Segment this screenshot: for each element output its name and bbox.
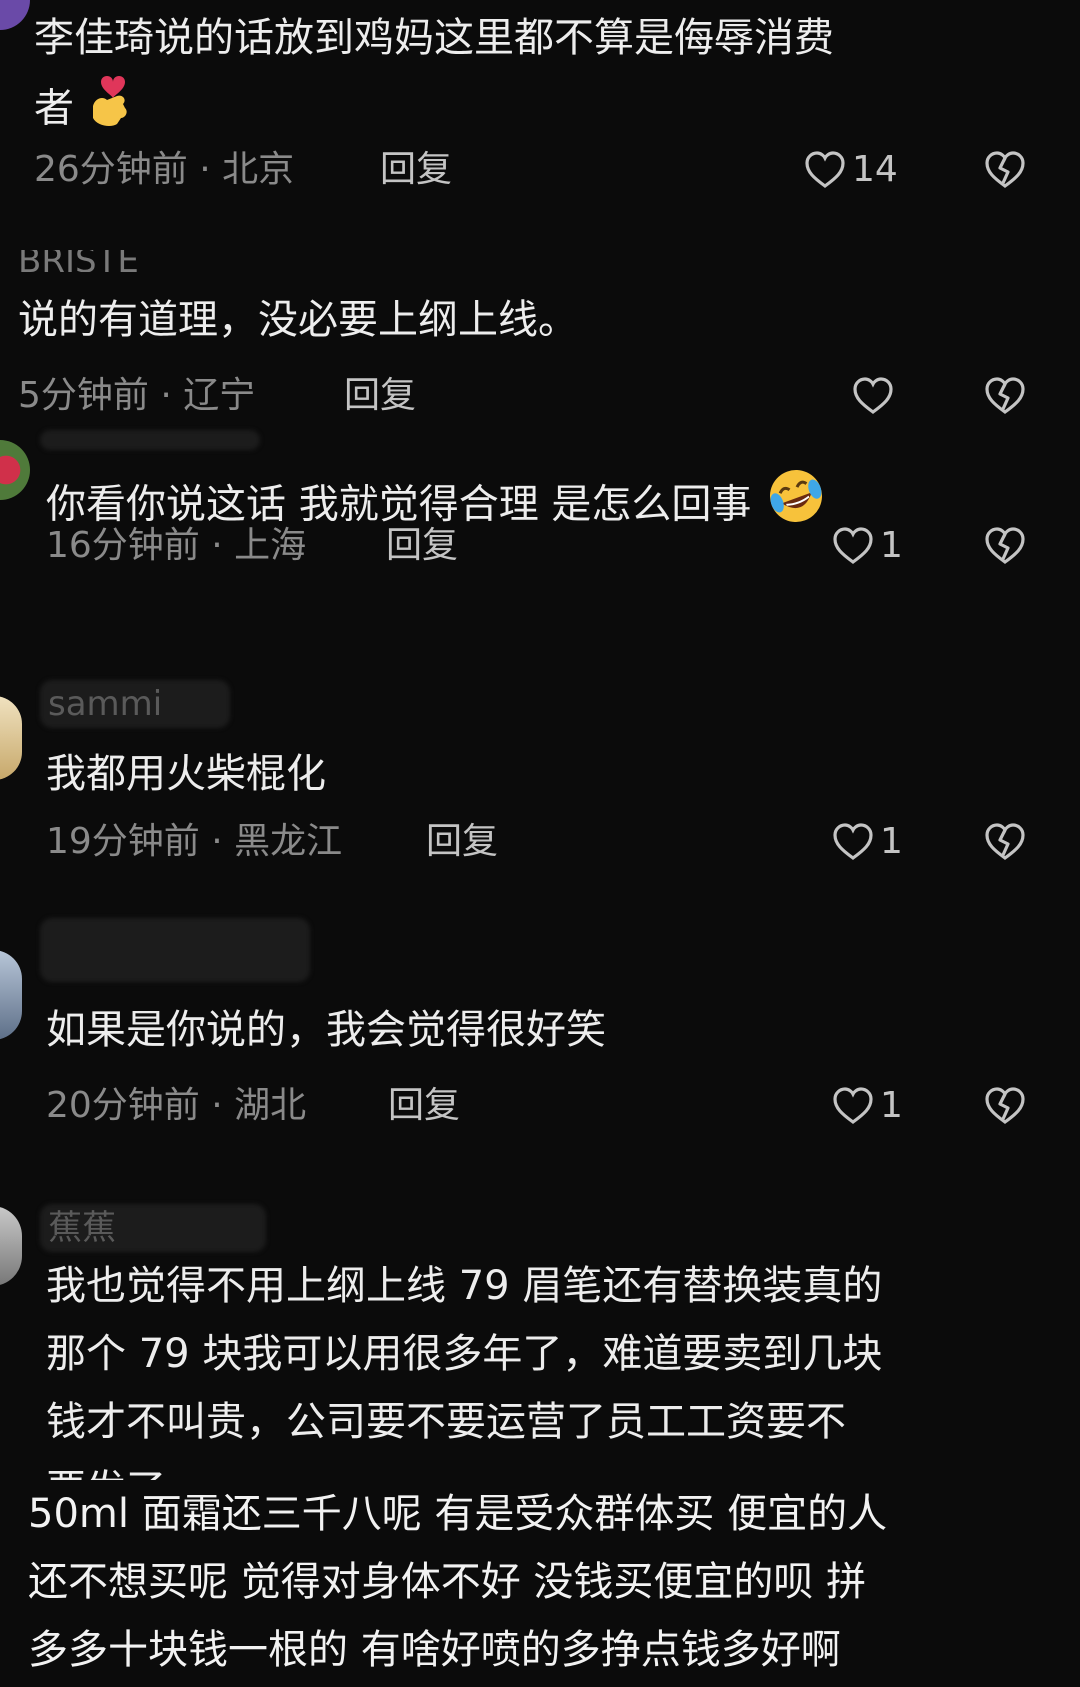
like-button[interactable]: 1 — [832, 526, 903, 566]
comment-text-line: 多多十块钱一根的 有啥好喷的多挣点钱多好啊 — [28, 1627, 841, 1673]
like-count: 1 — [880, 1085, 903, 1126]
comment-item: 如果是你说的，我会觉得很好笑 20分钟前 · 湖北 回复 1 — [0, 910, 1080, 1180]
username[interactable]: 蕉蕉 — [48, 1208, 116, 1248]
comment-text-line: 还不想买呢 觉得对身体不好 没钱买便宜的呗 拼 — [28, 1559, 867, 1605]
separator-dot: · — [211, 525, 223, 566]
comment-text-line: 我都用火柴棍化 — [46, 751, 326, 797]
heart-icon — [853, 377, 893, 414]
comment-meta: 5分钟前 · 辽宁 — [18, 376, 255, 416]
dislike-button[interactable] — [984, 822, 1026, 866]
comment-item: 李佳琦说的话放到鸡妈这里都不算是侮辱消费 者 26分钟前 · 北京 回复 14 — [0, 0, 1080, 210]
avatar[interactable] — [0, 696, 22, 780]
rofl-emoji — [764, 466, 828, 547]
heart-icon — [805, 151, 845, 188]
comment-location: 黑龙江 — [234, 821, 343, 862]
comment-text-line: 李佳琦说的话放到鸡妈这里都不算是侮辱消费 — [34, 15, 834, 61]
comment-meta: 16分钟前 · 上海 — [46, 526, 306, 566]
comment-text-line: 者 — [34, 72, 834, 149]
redacted-username — [40, 430, 260, 450]
comment-item: 蕉蕉 我也觉得不用上纲上线 79 眉笔还有替换装真的 那个 79 块我可以用很多… — [0, 1180, 1080, 1480]
username[interactable]: sammi — [48, 684, 162, 724]
comment-time: 20分钟前 — [46, 1085, 200, 1126]
comment-meta: 20分钟前 · 湖北 — [46, 1086, 306, 1126]
reply-button[interactable]: 回复 — [426, 822, 498, 862]
comment-text-line: 50ml 面霜还三千八呢 有是受众群体买 便宜的人 — [28, 1491, 888, 1537]
reply-button[interactable]: 回复 — [344, 376, 416, 416]
broken-heart-icon — [985, 1087, 1025, 1124]
broken-heart-icon — [985, 377, 1025, 414]
comment-text-fragment: 者 — [34, 85, 74, 132]
comment-location: 湖北 — [234, 1085, 307, 1126]
separator-dot: · — [199, 149, 211, 190]
like-button[interactable]: 1 — [832, 822, 903, 862]
comment-time: 19分钟前 — [46, 821, 200, 862]
like-button[interactable] — [852, 376, 894, 416]
comment-text-fragment: 你看你说这话 我就觉得合理 是怎么回事 — [46, 481, 752, 528]
avatar[interactable] — [0, 950, 22, 1040]
broken-heart-icon — [985, 527, 1025, 564]
reply-button[interactable]: 回复 — [386, 526, 458, 566]
comment-time: 26分钟前 — [34, 149, 188, 190]
separator-dot: · — [211, 1085, 223, 1126]
dislike-button[interactable] — [984, 150, 1026, 194]
comment-time: 5分钟前 — [18, 375, 149, 416]
comment-time: 16分钟前 — [46, 525, 200, 566]
dislike-button[interactable] — [984, 376, 1026, 420]
username[interactable]: BRISTE — [18, 250, 139, 272]
comment-item-final: 50ml 面霜还三千八呢 有是受众群体买 便宜的人 还不想买呢 觉得对身体不好 … — [0, 1480, 1080, 1687]
heart-icon — [833, 823, 873, 860]
comment-text: 50ml 面霜还三千八呢 有是受众群体买 便宜的人 还不想买呢 觉得对身体不好 … — [28, 1480, 887, 1684]
avatar[interactable] — [0, 440, 30, 500]
comment-text-line: 钱才不叫贵，公司要不要运营了员工工资要不 — [46, 1399, 846, 1445]
reply-button[interactable]: 回复 — [380, 150, 452, 190]
comment-text: 我都用火柴棍化 — [46, 740, 326, 808]
comment-text: 说的有道理，没必要上纲上线。 — [18, 286, 578, 354]
like-count: 1 — [880, 525, 903, 566]
comment-text: 如果是你说的，我会觉得很好笑 — [46, 996, 606, 1064]
comment-meta: 19分钟前 · 黑龙江 — [46, 822, 342, 862]
like-button[interactable]: 1 — [832, 1086, 903, 1126]
broken-heart-icon — [985, 151, 1025, 188]
comment-text-line: 要发了 — [46, 1456, 882, 1480]
comment-text: 我也觉得不用上纲上线 79 眉笔还有替换装真的 那个 79 块我可以用很多年了，… — [46, 1252, 882, 1480]
comment-location: 辽宁 — [183, 375, 256, 416]
like-count: 1 — [880, 821, 903, 862]
comment-item: 你看你说这话 我就觉得合理 是怎么回事 16分钟前 · 上海 回复 1 — [0, 430, 1080, 660]
avatar[interactable] — [0, 0, 30, 30]
dislike-button[interactable] — [984, 526, 1026, 570]
heart-icon — [833, 527, 873, 564]
comment-text-line: 那个 79 块我可以用很多年了，难道要卖到几块 — [46, 1331, 883, 1377]
dislike-button[interactable] — [984, 1086, 1026, 1130]
comment-meta: 26分钟前 · 北京 — [34, 150, 294, 190]
comment-item: BRISTE 说的有道理，没必要上纲上线。 5分钟前 · 辽宁 回复 — [0, 210, 1080, 430]
broken-heart-icon — [985, 823, 1025, 860]
redacted-username — [40, 918, 310, 982]
like-button[interactable]: 14 — [804, 150, 898, 190]
finger-heart-emoji — [87, 72, 133, 149]
heart-icon — [833, 1087, 873, 1124]
like-count: 14 — [852, 149, 898, 190]
comment-text: 李佳琦说的话放到鸡妈这里都不算是侮辱消费 者 — [34, 4, 834, 149]
comment-location: 北京 — [222, 149, 295, 190]
reply-button[interactable]: 回复 — [388, 1086, 460, 1126]
comment-text-line: 说的有道理，没必要上纲上线。 — [18, 297, 578, 343]
comment-item: sammi 我都用火柴棍化 19分钟前 · 黑龙江 回复 1 — [0, 660, 1080, 910]
comment-text-line: 如果是你说的，我会觉得很好笑 — [46, 1007, 606, 1053]
comment-location: 上海 — [234, 525, 307, 566]
separator-dot: · — [160, 375, 172, 416]
avatar[interactable] — [0, 1206, 22, 1286]
comment-text-line: 我也觉得不用上纲上线 79 眉笔还有替换装真的 — [46, 1263, 883, 1309]
separator-dot: · — [211, 821, 223, 862]
